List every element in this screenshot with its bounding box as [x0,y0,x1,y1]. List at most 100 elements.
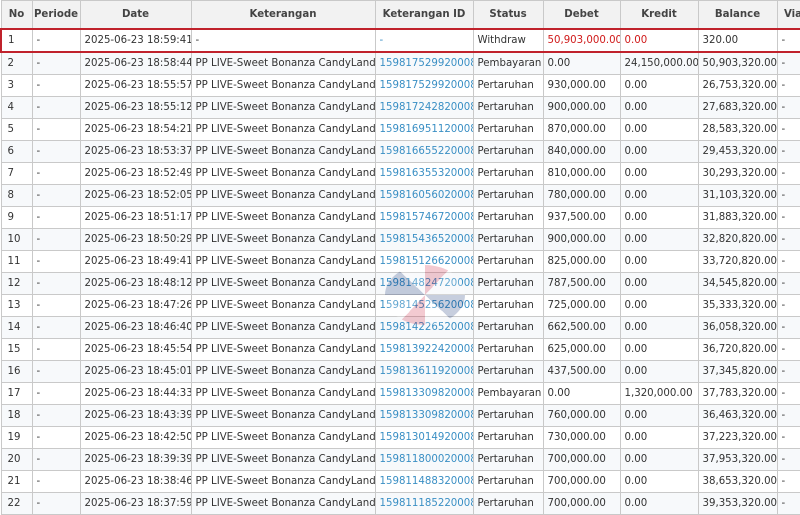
cell-balance: 32,820,820.00 [697,228,778,251]
cell-via: - [776,448,800,471]
cell-periode: - [31,28,81,53]
cell-debet: 0.00 [542,382,621,405]
cell-debet: 810,000.00 [542,162,621,185]
table-row: 5-2025-06-23 18:54:21 PP LIVE-Sweet Bonan… [0,118,800,141]
col-header-periode[interactable]: Periode [31,0,81,30]
cell-keterangan-id[interactable]: 159816355320008 [374,162,474,185]
col-header-status[interactable]: Status [472,0,544,30]
cell-no: 8 [0,184,33,207]
col-header-debet[interactable]: Debet [542,0,621,30]
table-row: 8-2025-06-23 18:52:05 PP LIVE-Sweet Bonan… [0,184,800,207]
cell-via: - [776,404,800,427]
cell-keterangan-id[interactable]: 159811185220008 [374,492,474,515]
cell-kredit: 0.00 [619,228,699,251]
cell-keterangan-id[interactable]: 159813014920008 [374,426,474,449]
cell-periode: - [31,382,81,405]
table-row: 6-2025-06-23 18:53:37 PP LIVE-Sweet Bonan… [0,140,800,163]
cell-keterangan-id[interactable]: 159817242820008 [374,96,474,119]
cell-status: Pertaruhan [472,470,544,493]
table-row: 22-2025-06-23 18:37:59 PP LIVE-Sweet Bona… [0,492,800,515]
cell-debet: 730,000.00 [542,426,621,449]
cell-date: 2025-06-23 18:55:57 [79,74,192,97]
cell-kredit: 1,320,000.00 [619,382,699,405]
cell-keterangan-id[interactable]: 159815126620008 [374,250,474,273]
cell-date: 2025-06-23 18:50:29 [79,228,192,251]
table-row: 19-2025-06-23 18:42:50 PP LIVE-Sweet Bona… [0,426,800,449]
cell-periode: - [31,294,81,317]
cell-date: 2025-06-23 18:59:41 [79,28,192,53]
cell-kredit: 0.00 [619,360,699,383]
cell-date: 2025-06-23 18:52:05 [79,184,192,207]
cell-keterangan-id[interactable]: 159811800020008 [374,448,474,471]
cell-status: Pertaruhan [472,206,544,229]
cell-kredit: 0.00 [619,470,699,493]
cell-keterangan-id[interactable]: 159815746720008 [374,206,474,229]
col-header-keterangan-id[interactable]: Keterangan ID [374,0,474,30]
cell-kredit: 0.00 [619,316,699,339]
cell-via: - [776,272,800,295]
cell-keterangan-id[interactable]: 159817529920008 [374,74,474,97]
cell-no: 7 [0,162,33,185]
cell-date: 2025-06-23 18:43:39 [79,404,192,427]
cell-status: Pertaruhan [472,250,544,273]
cell-status: Pertaruhan [472,360,544,383]
cell-keterangan-id[interactable]: 159816056020008 [374,184,474,207]
cell-debet: 760,000.00 [542,404,621,427]
cell-kredit: 0.00 [619,250,699,273]
cell-keterangan-id[interactable]: 159814824720008 [374,272,474,295]
cell-keterangan-id[interactable]: 159816951120008 [374,118,474,141]
cell-keterangan-id[interactable]: 159813309820008 [374,404,474,427]
table-row: 15-2025-06-23 18:45:54 PP LIVE-Sweet Bona… [0,338,800,361]
table-row: 1-2025-06-23 18:59:41- - Withdraw 50,903,00… [0,28,800,53]
col-header-kredit[interactable]: Kredit [619,0,699,30]
cell-no: 21 [0,470,33,493]
cell-keterangan-id[interactable]: 159814525620008 [374,294,474,317]
col-header-keterangan[interactable]: Keterangan [190,0,376,30]
cell-via: - [776,294,800,317]
cell-keterangan-id[interactable]: 159815436520008 [374,228,474,251]
cell-date: 2025-06-23 18:37:59 [79,492,192,515]
cell-debet: 780,000.00 [542,184,621,207]
cell-via: - [776,28,800,53]
cell-balance: 36,720,820.00 [697,338,778,361]
cell-periode: - [31,316,81,339]
cell-via: - [776,228,800,251]
cell-keterangan: PP LIVE-Sweet Bonanza CandyLand [190,470,376,493]
table-row: 2-2025-06-23 18:58:44 PP LIVE-Sweet Bonan… [0,51,800,75]
cell-keterangan-id[interactable]: 159811488320008 [374,470,474,493]
cell-status: Pertaruhan [472,184,544,207]
cell-kredit: 24,150,000.00 [619,51,699,75]
cell-via: - [776,338,800,361]
cell-periode: - [31,74,81,97]
cell-debet: 840,000.00 [542,140,621,163]
cell-debet: 930,000.00 [542,74,621,97]
cell-periode: - [31,338,81,361]
cell-keterangan: PP LIVE-Sweet Bonanza CandyLand [190,272,376,295]
cell-keterangan-id[interactable]: 159813922420008 [374,338,474,361]
col-header-date[interactable]: Date [79,0,192,30]
col-header-balance[interactable]: Balance [697,0,778,30]
cell-keterangan-id[interactable]: 159813309820008 [374,382,474,405]
cell-balance: 320.00 [697,28,778,53]
cell-via: - [776,316,800,339]
cell-debet: 700,000.00 [542,492,621,515]
cell-status: Pembayaran [472,382,544,405]
cell-keterangan: PP LIVE-Sweet Bonanza CandyLand [190,492,376,515]
cell-keterangan-id[interactable]: 159817529920008 [374,51,474,75]
cell-keterangan-id[interactable]: 159813611920008 [374,360,474,383]
cell-via: - [776,250,800,273]
col-header-via[interactable]: Via [776,0,800,30]
cell-debet: 700,000.00 [542,470,621,493]
cell-periode: - [31,360,81,383]
cell-kredit: 0.00 [619,96,699,119]
cell-via: - [776,382,800,405]
cell-balance: 29,453,320.00 [697,140,778,163]
cell-keterangan-id[interactable]: 159814226520008 [374,316,474,339]
cell-status: Pertaruhan [472,426,544,449]
cell-keterangan-id[interactable]: 159816655220008 [374,140,474,163]
cell-keterangan: PP LIVE-Sweet Bonanza CandyLand [190,448,376,471]
cell-no: 10 [0,228,33,251]
col-header-no[interactable]: No [0,0,33,30]
cell-kredit: 0.00 [619,448,699,471]
cell-balance: 37,783,320.00 [697,382,778,405]
